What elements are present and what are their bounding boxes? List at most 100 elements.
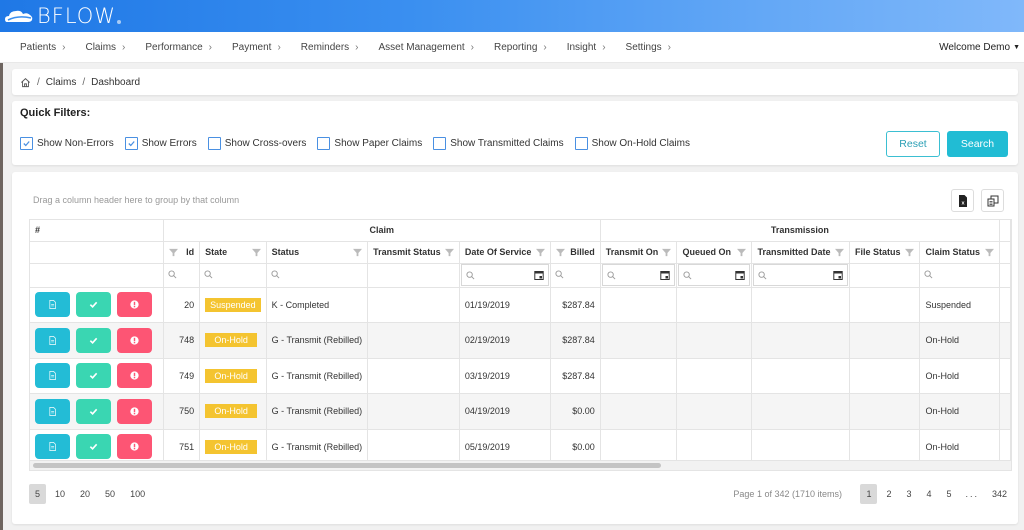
claim-errors-button[interactable] — [117, 434, 152, 460]
checkbox-checked[interactable] — [124, 137, 138, 150]
nav-item-reminders[interactable]: Reminders › — [301, 42, 359, 53]
filter-funnel-icon[interactable] — [905, 248, 915, 257]
view-claim-button[interactable] — [35, 292, 70, 318]
nav-item-payment[interactable]: Payment › — [232, 42, 281, 53]
filter-show-on-hold-claims[interactable]: Show On-Hold Claims — [574, 137, 690, 150]
filter-funnel-icon[interactable] — [662, 248, 672, 257]
filter-funnel-icon[interactable] — [984, 248, 994, 257]
filter-funnel-icon[interactable] — [835, 248, 845, 257]
calendar-icon[interactable] — [533, 270, 544, 280]
col-header-id[interactable]: Id — [163, 241, 201, 264]
col-header-status[interactable]: Status — [266, 241, 369, 264]
nav-item-insight[interactable]: Insight › — [567, 42, 606, 53]
filter-date-of-service[interactable] — [459, 263, 551, 288]
approve-claim-button[interactable] — [76, 398, 111, 424]
search-button[interactable]: Search — [947, 131, 1008, 157]
filter-funnel-icon[interactable] — [737, 248, 747, 257]
filter-funnel-icon[interactable] — [444, 248, 454, 257]
page-size-50[interactable]: 50 — [99, 484, 121, 504]
claim-errors-button[interactable] — [117, 398, 152, 424]
table-row[interactable]: 20 Suspended K - Completed 01/19/2019 $287.8… — [30, 287, 1011, 323]
approve-claim-button[interactable] — [76, 434, 111, 460]
filter-claim-status[interactable] — [919, 263, 1000, 288]
nav-item-reporting[interactable]: Reporting › — [494, 42, 547, 53]
nav-item-patients[interactable]: Patients › — [20, 42, 65, 53]
filter-funnel-icon[interactable] — [168, 248, 178, 257]
nav-item-claims[interactable]: Claims › — [85, 42, 125, 53]
claim-errors-button[interactable] — [117, 327, 152, 353]
filter-show-transmitted-claims[interactable]: Show Transmitted Claims — [433, 137, 564, 150]
col-header-transmitted-date[interactable]: Transmitted Date — [751, 241, 851, 264]
page-size-5[interactable]: 5 — [29, 484, 47, 504]
col-header-date-of-service[interactable]: Date Of Service — [459, 241, 551, 264]
date-filter-input[interactable] — [678, 264, 751, 286]
view-claim-button[interactable] — [35, 398, 70, 424]
col-header-transmit-status[interactable]: Transmit Status — [367, 241, 460, 264]
filter-transmitted-date[interactable] — [751, 263, 851, 288]
nav-item-performance[interactable]: Performance › — [145, 42, 212, 53]
col-header-claim-status[interactable]: Claim Status — [919, 241, 1000, 264]
claim-errors-button[interactable] — [117, 363, 152, 389]
horizontal-scrollbar[interactable] — [30, 460, 1011, 470]
col-header-transmit-on[interactable]: Transmit On — [600, 241, 678, 264]
page-last[interactable]: 342 — [987, 484, 1012, 504]
filter-status[interactable] — [266, 263, 369, 288]
claim-errors-button[interactable] — [117, 292, 152, 318]
breadcrumb-claims[interactable]: Claims — [46, 77, 77, 88]
checkbox-unchecked[interactable] — [207, 137, 221, 150]
checkbox-unchecked[interactable] — [433, 137, 447, 150]
filter-transmit-on[interactable] — [600, 263, 678, 288]
logo[interactable]: BFLOW — [4, 4, 122, 28]
calendar-icon[interactable] — [833, 270, 843, 280]
page-3[interactable]: 3 — [900, 484, 917, 504]
filter-funnel-icon[interactable] — [353, 248, 363, 257]
approve-claim-button[interactable] — [76, 327, 111, 353]
home-icon[interactable] — [20, 77, 31, 88]
approve-claim-button[interactable] — [76, 292, 111, 318]
date-filter-input[interactable] — [753, 264, 849, 286]
checkbox-checked[interactable] — [20, 137, 33, 150]
filter-billed[interactable] — [550, 263, 601, 288]
col-header-billed[interactable]: Billed — [550, 241, 601, 264]
filter-show-errors[interactable]: Show Errors — [124, 137, 197, 150]
nav-item-asset-management[interactable]: Asset Management › — [379, 42, 475, 53]
view-claim-button[interactable] — [35, 434, 70, 460]
column-chooser-button[interactable] — [981, 189, 1004, 212]
page-5[interactable]: 5 — [940, 484, 957, 504]
page-size-20[interactable]: 20 — [74, 484, 96, 504]
page-size-100[interactable]: 100 — [124, 484, 151, 504]
filter-queued-on[interactable] — [676, 263, 753, 288]
approve-claim-button[interactable] — [76, 363, 111, 389]
checkbox-unchecked[interactable] — [317, 137, 331, 150]
date-filter-input[interactable] — [460, 264, 549, 286]
page-1[interactable]: 1 — [860, 484, 878, 504]
filter-show-cross-overs[interactable]: Show Cross-overs — [207, 137, 306, 150]
scrollbar-thumb[interactable] — [33, 463, 661, 468]
reset-button[interactable]: Reset — [886, 131, 940, 157]
page-2[interactable]: 2 — [880, 484, 897, 504]
filter-state[interactable] — [199, 263, 267, 288]
col-header-state[interactable]: State — [199, 241, 267, 264]
nav-item-settings[interactable]: Settings › — [626, 42, 671, 53]
calendar-icon[interactable] — [735, 270, 746, 280]
col-header-queued-on[interactable]: Queued On — [676, 241, 753, 264]
user-menu[interactable]: Welcome Demo ▼ — [939, 42, 1020, 53]
table-row[interactable]: 749 On-Hold G - Transmit (Rebilled) 03/19/2… — [30, 358, 1011, 394]
filter-funnel-icon[interactable] — [251, 248, 261, 257]
export-excel-button[interactable]: x — [951, 189, 974, 212]
checkbox-unchecked[interactable] — [574, 137, 588, 150]
filter-funnel-icon[interactable] — [555, 248, 565, 257]
page-size-10[interactable]: 10 — [49, 484, 71, 504]
filter-funnel-icon[interactable] — [535, 248, 545, 257]
col-header-file-status[interactable]: File Status — [849, 241, 921, 264]
group-panel-hint[interactable]: Drag a column header here to group by th… — [33, 195, 239, 205]
table-row[interactable]: 750 On-Hold G - Transmit (Rebilled) 04/19/2… — [30, 393, 1011, 430]
filter-id[interactable] — [163, 263, 201, 288]
filter-show-non-errors[interactable]: Show Non-Errors — [20, 137, 114, 150]
table-row[interactable]: 748 On-Hold G - Transmit (Rebilled) 02/19/2… — [30, 322, 1011, 359]
filter-show-paper-claims[interactable]: Show Paper Claims — [317, 137, 422, 150]
calendar-icon[interactable] — [660, 270, 671, 280]
date-filter-input[interactable] — [601, 264, 676, 286]
view-claim-button[interactable] — [35, 363, 70, 389]
view-claim-button[interactable] — [35, 327, 70, 353]
